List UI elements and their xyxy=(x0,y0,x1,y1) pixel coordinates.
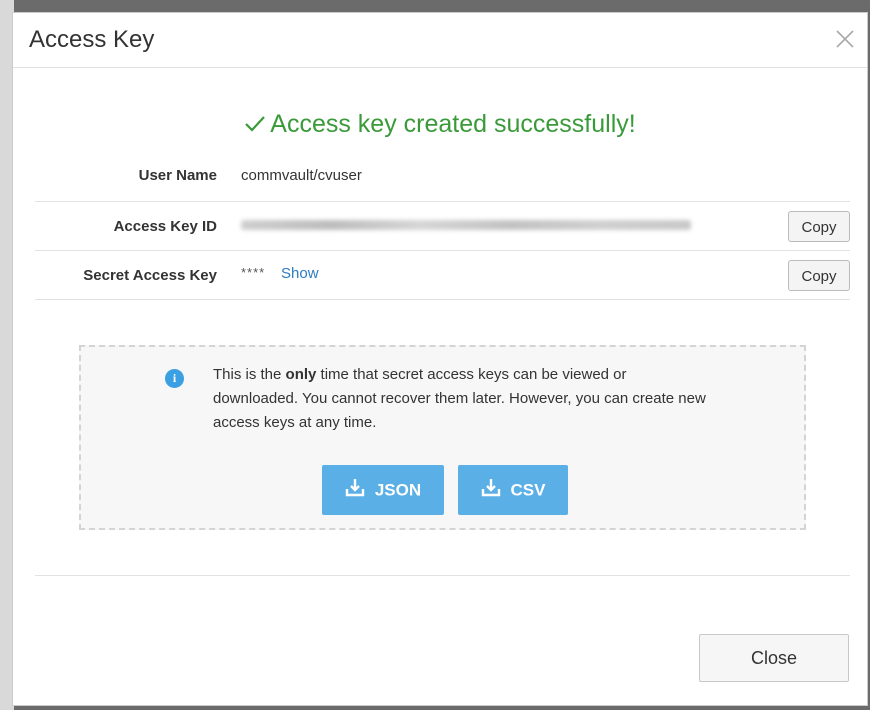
download-notice-box: i This is the only time that secret acce… xyxy=(79,345,806,530)
download-icon xyxy=(345,478,365,503)
user-name-label: User Name xyxy=(138,167,217,184)
notice-text-start: This is the xyxy=(213,366,286,383)
download-icon xyxy=(481,478,501,503)
secret-access-key-masked: **** xyxy=(241,265,266,280)
show-secret-link[interactable]: Show xyxy=(281,265,319,282)
notice-text: This is the only time that secret access… xyxy=(213,363,713,435)
close-button[interactable]: Close xyxy=(699,634,849,682)
user-name-value: commvault/cvuser xyxy=(241,167,362,184)
access-key-dialog: Access Key Access key created successful… xyxy=(12,12,868,706)
download-csv-button[interactable]: CSV xyxy=(458,465,568,515)
access-key-id-value-redacted xyxy=(241,220,691,230)
user-name-row: User Name commvault/cvuser xyxy=(35,151,850,199)
close-icon[interactable] xyxy=(833,27,857,51)
download-json-button[interactable]: JSON xyxy=(322,465,444,515)
info-icon: i xyxy=(165,369,184,388)
access-key-id-label: Access Key ID xyxy=(113,218,217,235)
download-json-label: JSON xyxy=(374,480,422,499)
download-csv-label: CSV xyxy=(510,480,546,499)
success-message: Access key created successfully! xyxy=(13,110,867,140)
footer-divider xyxy=(35,575,850,576)
access-key-id-row: Access Key ID Copy xyxy=(35,201,850,251)
checkmark-icon xyxy=(244,111,266,140)
copy-secret-access-key-button[interactable]: Copy xyxy=(788,260,850,291)
dialog-header: Access Key xyxy=(13,13,867,68)
secret-access-key-row: Secret Access Key **** Show Copy xyxy=(35,251,850,300)
secret-access-key-label: Secret Access Key xyxy=(83,267,217,284)
notice-text-bold: only xyxy=(285,366,317,383)
success-text: Access key created successfully! xyxy=(270,110,636,138)
dialog-title: Access Key xyxy=(29,26,155,53)
copy-access-key-id-button[interactable]: Copy xyxy=(788,211,850,242)
